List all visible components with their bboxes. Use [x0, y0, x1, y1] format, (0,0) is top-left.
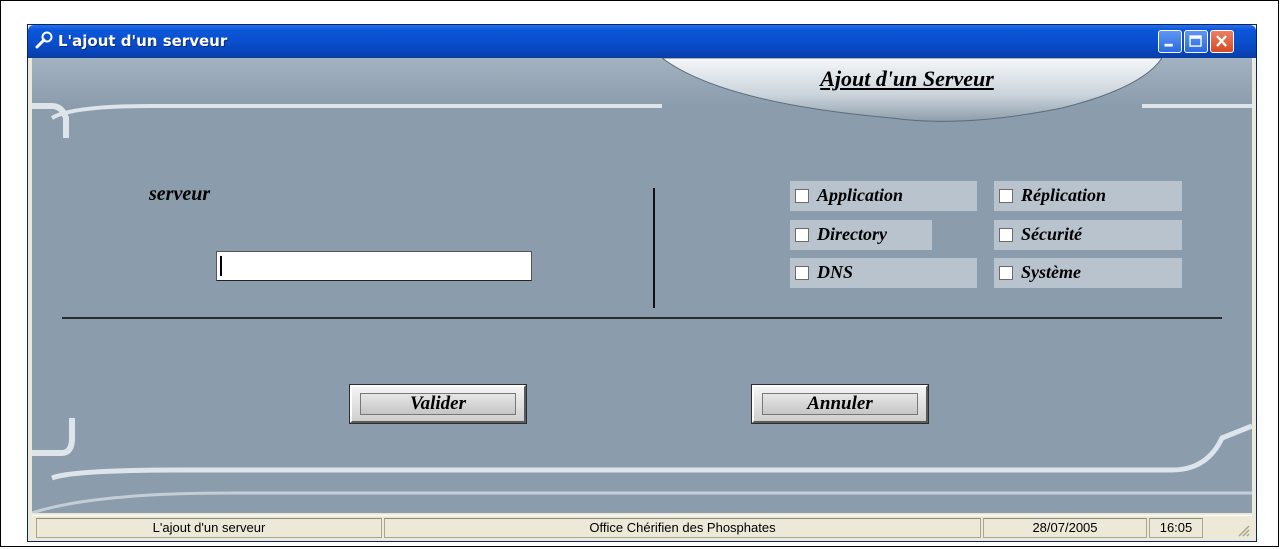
app-window: L'ajout d'un serveur Ajout d'un Serveur … [27, 24, 1257, 542]
status-panel-window: L'ajout d'un serveur [36, 518, 382, 538]
close-button[interactable] [1210, 30, 1234, 53]
horizontal-divider [62, 317, 1222, 319]
checkbox-label: DNS [817, 262, 854, 282]
checkbox-box[interactable] [999, 189, 1013, 203]
checkbox-label: Réplication [1021, 185, 1106, 205]
minimize-button[interactable] [1158, 30, 1182, 53]
checkbox-label: Directory [817, 224, 887, 244]
page-title: Ajout d'un Serveur [820, 66, 994, 91]
window-title: L'ajout d'un serveur [58, 32, 228, 50]
wrench-icon [34, 31, 54, 51]
validate-button-label: Valider [360, 393, 516, 415]
close-icon [1216, 35, 1227, 47]
maximize-button[interactable] [1184, 30, 1208, 53]
checkbox-application[interactable]: Application [790, 181, 977, 211]
server-input[interactable] [216, 251, 532, 281]
checkbox-box[interactable] [795, 266, 809, 280]
status-panel-time: 16:05 [1149, 518, 1203, 538]
resize-grip-icon[interactable] [1236, 523, 1250, 537]
maximize-icon [1189, 35, 1202, 47]
checkbox-label: Système [1021, 262, 1081, 282]
status-bar: L'ajout d'un serveur Office Chérifien de… [32, 515, 1252, 539]
checkbox-dns[interactable]: DNS [790, 258, 977, 288]
checkbox-systeme[interactable]: Système [994, 258, 1182, 288]
cancel-button-label: Annuler [762, 393, 918, 415]
text-caret [220, 256, 222, 276]
server-label: serveur [149, 183, 211, 205]
minimize-icon [1164, 43, 1173, 47]
checkbox-label: Sécurité [1021, 224, 1082, 244]
checkbox-securite[interactable]: Sécurité [994, 220, 1182, 250]
checkbox-box[interactable] [999, 266, 1013, 280]
vertical-divider [653, 188, 655, 308]
checkbox-replication[interactable]: Réplication [994, 181, 1182, 211]
checkbox-box[interactable] [999, 228, 1013, 242]
cancel-button[interactable]: Annuler [752, 385, 928, 423]
form-area: Ajout d'un Serveur serveur Application R… [32, 58, 1252, 513]
checkbox-box[interactable] [795, 228, 809, 242]
checkbox-box[interactable] [795, 189, 809, 203]
checkbox-label: Application [817, 185, 904, 205]
title-bar[interactable]: L'ajout d'un serveur [28, 25, 1256, 58]
status-panel-company: Office Chérifien des Phosphates [384, 518, 981, 538]
checkbox-directory[interactable]: Directory [790, 220, 932, 250]
status-panel-date: 28/07/2005 [983, 518, 1147, 538]
validate-button[interactable]: Valider [350, 385, 526, 423]
